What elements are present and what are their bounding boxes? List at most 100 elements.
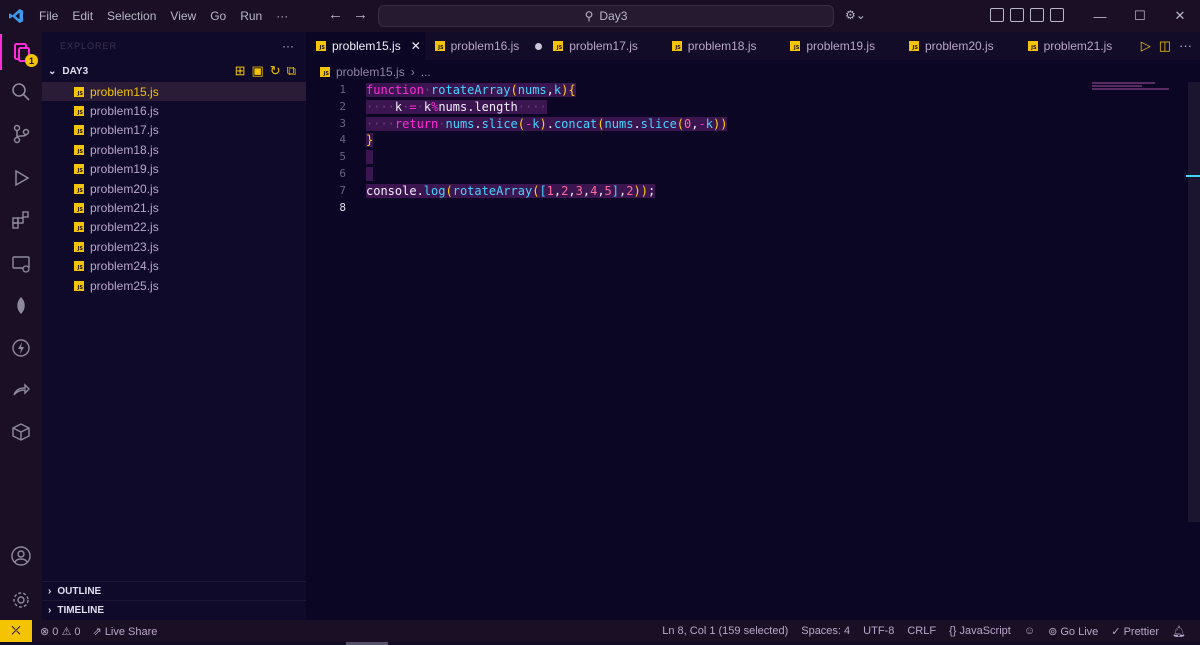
command-center-search[interactable]: ⚲ Day3 (378, 5, 834, 27)
menu-run[interactable]: Run (233, 0, 269, 32)
menu-edit[interactable]: Edit (65, 0, 100, 32)
breadcrumb-more[interactable]: ... (421, 65, 431, 79)
refresh-icon[interactable]: ↻ (270, 63, 281, 79)
file-label: problem20.js (90, 181, 159, 196)
notifications-bell-icon[interactable]: 🔔︎ (1172, 625, 1186, 638)
thunder-client-icon[interactable] (0, 330, 42, 366)
status-bar: ⤫ ⊗ 0 ⚠ 0 ⇗ Live Share Ln 8, Col 1 (159 … (0, 620, 1200, 642)
source-control-icon[interactable] (0, 116, 42, 152)
tab-label: problem16.js (450, 39, 520, 53)
toggle-secondary-sidebar-icon[interactable] (1050, 8, 1064, 22)
sidebar-header: EXPLORER ··· (42, 32, 306, 60)
tab-problem16[interactable]: JS problem16.js (425, 32, 544, 60)
warning-count: 0 (74, 625, 81, 638)
line-number: 3 (339, 116, 346, 130)
new-folder-icon[interactable]: ▣ (252, 63, 264, 79)
toggle-panel-icon[interactable] (1030, 8, 1044, 22)
tab-label: problem17.js (569, 39, 638, 53)
back-arrow-icon[interactable]: ← (328, 6, 343, 23)
menu-more[interactable]: ··· (269, 0, 295, 32)
go-live-button[interactable]: ⊚ Go Live (1048, 625, 1098, 638)
menu-file[interactable]: File (32, 0, 65, 32)
mongodb-leaf-icon[interactable] (0, 288, 42, 324)
settings-gear-icon[interactable] (0, 582, 42, 618)
live-share-icon[interactable] (0, 372, 42, 408)
file-item-problem19[interactable]: JS problem19.js (42, 160, 306, 179)
braces-icon: {} (949, 624, 957, 637)
menu-selection[interactable]: Selection (100, 0, 163, 32)
file-item-problem17[interactable]: JS problem17.js (42, 121, 306, 140)
code-editor[interactable]: 1 2 3 4 5 6 7 8 function·rotateArray(num… (306, 82, 1200, 620)
copilot-icon[interactable]: ⚙⌄ (845, 8, 866, 22)
file-list: JS problem15.js JS problem16.js JS problem1… (42, 82, 306, 295)
tab-problem19[interactable]: JS problem19.js (780, 32, 899, 60)
indentation[interactable]: Spaces: 4 (801, 625, 850, 638)
file-item-problem16[interactable]: JS problem16.js (42, 101, 306, 120)
close-window-icon[interactable]: ✕ (1160, 0, 1200, 32)
maximize-icon[interactable]: ☐ (1120, 0, 1160, 32)
explorer-sidebar: EXPLORER ··· ⌄ DAY3 ⊞ ▣ ↻ ⧉ JS problem15.… (42, 32, 306, 620)
minimize-icon[interactable]: — (1080, 0, 1120, 32)
code-line-5 (366, 149, 727, 166)
tab-problem21[interactable]: JS problem21.js (1018, 32, 1137, 60)
js-file-icon: JS (74, 261, 84, 272)
file-item-problem25[interactable]: JS problem25.js (42, 276, 306, 295)
editor-more-icon[interactable]: ··· (1179, 38, 1192, 54)
customize-layout-icon[interactable] (990, 8, 1004, 22)
search-activity-icon[interactable] (0, 74, 42, 110)
tab-problem18[interactable]: JS problem18.js (662, 32, 781, 60)
more-actions-icon[interactable]: ··· (282, 39, 294, 53)
forward-arrow-icon[interactable]: → (353, 6, 368, 23)
file-item-problem18[interactable]: JS problem18.js (42, 140, 306, 159)
file-item-problem15[interactable]: JS problem15.js (42, 82, 306, 102)
file-item-problem24[interactable]: JS problem24.js (42, 257, 306, 276)
cursor-position[interactable]: Ln 8, Col 1 (159 selected) (662, 625, 788, 638)
minimap[interactable] (1092, 82, 1182, 92)
close-tab-icon[interactable]: ✕ (411, 39, 421, 53)
remote-indicator-icon[interactable]: ⤫ (0, 620, 32, 642)
extensions-icon[interactable] (0, 202, 42, 238)
code-content[interactable]: function·rotateArray(nums,k){ ····k·=·k%… (366, 82, 728, 216)
run-debug-icon[interactable] (0, 160, 42, 196)
tab-problem17[interactable]: JS problem17.js (543, 32, 662, 60)
file-item-problem20[interactable]: JS problem20.js (42, 179, 306, 198)
file-item-problem23[interactable]: JS problem23.js (42, 237, 306, 256)
timeline-section[interactable]: › TIMELINE (42, 600, 306, 619)
remote-explorer-icon[interactable] (0, 246, 42, 282)
command-center-label: Day3 (599, 9, 628, 23)
explorer-icon[interactable]: 1 (0, 34, 42, 70)
tab-label: problem19.js (806, 39, 876, 53)
outline-section[interactable]: › OUTLINE (42, 581, 306, 600)
line-number: 7 (339, 183, 346, 197)
accounts-icon[interactable] (0, 538, 42, 574)
file-item-problem22[interactable]: JS problem22.js (42, 218, 306, 237)
prettier-status[interactable]: ✓ Prettier (1111, 625, 1159, 638)
encoding[interactable]: UTF-8 (863, 625, 894, 638)
tab-problem20[interactable]: JS problem20.js (899, 32, 1018, 60)
chevron-down-icon: ⌄ (48, 65, 57, 77)
problems-indicator[interactable]: ⊗ 0 ⚠ 0 (40, 625, 81, 638)
language-mode[interactable]: {} JavaScript (949, 625, 1011, 638)
toggle-sidebar-icon[interactable] (1010, 8, 1024, 22)
copilot-status-icon[interactable]: ☺ (1024, 625, 1035, 638)
menu-go[interactable]: Go (203, 0, 233, 32)
chevron-right-icon: › (48, 604, 52, 616)
folder-header[interactable]: ⌄ DAY3 ⊞ ▣ ↻ ⧉ (42, 60, 306, 82)
run-file-icon[interactable]: ▷ (1141, 38, 1151, 54)
new-file-icon[interactable]: ⊞ (235, 63, 246, 79)
end-of-line[interactable]: CRLF (907, 625, 936, 638)
split-editor-icon[interactable]: ◫ (1159, 38, 1171, 54)
breadcrumb-file[interactable]: problem15.js (336, 65, 405, 79)
collapse-all-icon[interactable]: ⧉ (287, 63, 296, 79)
warning-icon: ⚠ (61, 625, 72, 638)
menu-view[interactable]: View (163, 0, 203, 32)
package-icon[interactable] (0, 414, 42, 450)
error-icon: ⊗ (40, 625, 50, 638)
editor-scrollbar[interactable] (1188, 82, 1200, 522)
double-check-icon: ✓ (1111, 625, 1121, 638)
tab-problem15[interactable]: JS problem15.js ✕ (306, 32, 425, 60)
tab-label: problem18.js (687, 39, 757, 53)
live-share-status[interactable]: ⇗ Live Share (93, 625, 158, 638)
chevron-right-icon: › (48, 585, 52, 597)
file-item-problem21[interactable]: JS problem21.js (42, 198, 306, 217)
